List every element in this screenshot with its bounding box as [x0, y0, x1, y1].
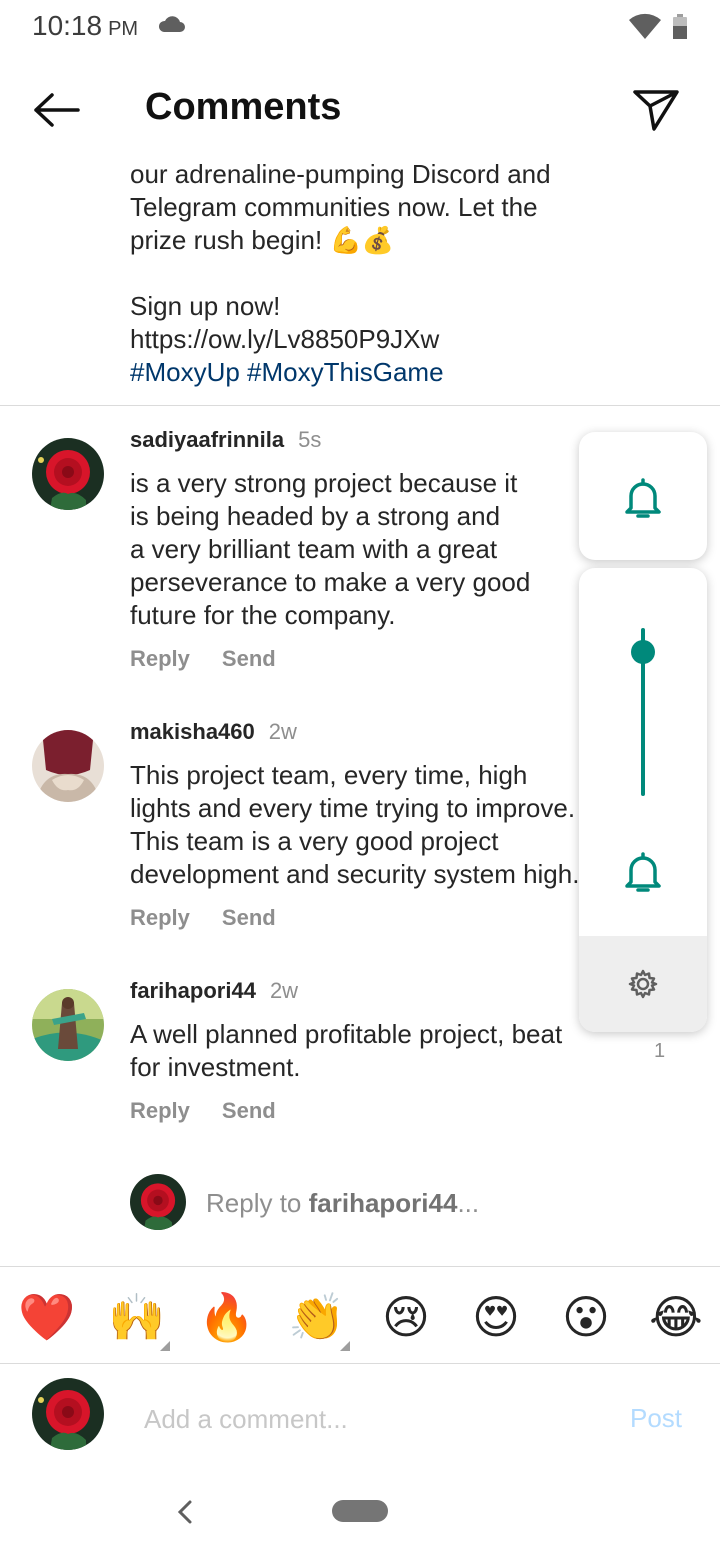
comment-input[interactable]	[144, 1399, 604, 1439]
reply-button[interactable]: Reply	[130, 905, 190, 930]
emoji-heart[interactable]: ❤️	[18, 1289, 75, 1345]
comment-line: development and security system high.	[130, 859, 580, 889]
comment-time: 5s	[298, 427, 322, 452]
emoji-surprised[interactable]: 😮	[558, 1289, 614, 1345]
comment-line: a very brilliant team with a great	[130, 534, 498, 564]
comment-actions: Reply Send	[130, 646, 308, 672]
divider	[0, 405, 720, 406]
comment-line: for investment.	[130, 1052, 301, 1082]
header: Comments	[0, 56, 720, 160]
back-button[interactable]	[28, 86, 84, 134]
avatar	[130, 1174, 186, 1230]
avatar	[32, 1378, 104, 1450]
comment-text: is a very strong project because it is b…	[130, 467, 530, 632]
bell-icon[interactable]	[623, 850, 663, 894]
paper-plane-icon	[633, 90, 679, 131]
volume-settings-button[interactable]	[579, 936, 707, 1032]
comment-text: This project team, every time, high ligh…	[130, 759, 579, 891]
emoji-fire[interactable]: 🔥	[198, 1289, 255, 1345]
send-button[interactable]: Send	[222, 646, 276, 671]
comment-actions: Reply Send	[130, 1098, 308, 1124]
status-ampm: PM	[108, 18, 139, 40]
emoji-heart-eyes[interactable]: 😍	[468, 1289, 524, 1345]
status-time: 10:18 PM	[32, 10, 138, 42]
avatar[interactable]	[32, 730, 104, 802]
comment-composer: Post	[0, 1365, 720, 1470]
comment-line: is being headed by a strong and	[130, 501, 501, 531]
wifi-icon	[628, 12, 662, 45]
reply-button[interactable]: Reply	[130, 1098, 190, 1123]
emoji-raised-hands[interactable]: 🙌	[108, 1289, 165, 1345]
caption-line: our adrenaline-pumping Discord and	[130, 159, 551, 189]
reply-button[interactable]: Reply	[130, 646, 190, 671]
comment-line: future for the company.	[130, 600, 396, 630]
comment-line: This team is a very good project	[130, 826, 499, 856]
reply-to-prefix: Reply to	[206, 1188, 309, 1218]
comment-line: This project team, every time, high	[130, 760, 528, 790]
avatar[interactable]	[32, 438, 104, 510]
comment-line: is a very strong project because it	[130, 468, 518, 498]
comment-line: perseverance to make a very good	[130, 567, 531, 597]
comment-username[interactable]: makisha460 2w	[130, 719, 297, 745]
skin-tone-indicator	[340, 1341, 350, 1351]
emoji-laughing[interactable]: 😂	[648, 1289, 704, 1345]
caption-link[interactable]: https://ow.ly/Lv8850P9JXw	[130, 323, 650, 356]
username-text[interactable]: makisha460	[130, 719, 255, 744]
caption-line	[130, 257, 650, 290]
caption-line: prize rush begin! 💪💰	[130, 225, 395, 255]
post-caption: our adrenaline-pumping Discord and Teleg…	[130, 158, 650, 389]
nav-back-button[interactable]	[168, 1494, 200, 1530]
volume-panel	[579, 568, 707, 1032]
bell-icon[interactable]	[623, 476, 663, 520]
status-bar: 10:18 PM	[0, 0, 720, 56]
comment-time: 2w	[269, 978, 299, 1003]
emoji-clapping[interactable]: 👏	[288, 1289, 345, 1345]
comment-line: lights and every time trying to improve.	[130, 793, 576, 823]
like-count: 1	[654, 1040, 666, 1062]
send-button[interactable]: Send	[222, 905, 276, 930]
caption-line: Telegram communities now. Let the	[130, 192, 538, 222]
comment-username[interactable]: sadiyaafrinnila 5s	[130, 427, 321, 453]
avatar[interactable]	[32, 989, 104, 1061]
comment-username[interactable]: farihapori44 2w	[130, 978, 298, 1004]
status-time-value: 10:18	[32, 10, 103, 41]
gear-icon	[628, 969, 658, 999]
emoji-crying[interactable]: 😢	[378, 1289, 434, 1345]
cloud-icon	[156, 14, 186, 39]
reply-to-suffix: ...	[457, 1188, 480, 1218]
chevron-left-icon	[177, 1500, 192, 1524]
username-text[interactable]: farihapori44	[130, 978, 256, 1003]
emoji-quick-bar: ❤️ 🙌 🔥 👏 😢 😍 😮 😂	[0, 1266, 720, 1364]
battery-icon	[672, 14, 688, 45]
ringer-mode-panel[interactable]	[579, 432, 707, 560]
arrow-left-icon	[34, 93, 80, 127]
comment-line: A well planned profitable project, beat	[130, 1019, 563, 1049]
reply-to-username: farihapori44	[308, 1188, 458, 1218]
share-button[interactable]	[626, 82, 686, 138]
username-text[interactable]: sadiyaafrinnila	[130, 427, 284, 452]
reply-to-prompt[interactable]: Reply to farihapori44...	[130, 1174, 690, 1230]
comment-text: A well planned profitable project, beat …	[130, 1018, 562, 1084]
skin-tone-indicator	[160, 1341, 170, 1351]
page-title: Comments	[145, 86, 342, 128]
caption-hashtags[interactable]: #MoxyUp #MoxyThisGame	[130, 356, 650, 389]
comment-actions: Reply Send	[130, 905, 308, 931]
nav-home-pill[interactable]	[332, 1500, 388, 1522]
reply-to-text[interactable]: Reply to farihapori44...	[206, 1188, 479, 1219]
post-button[interactable]: Post	[630, 1403, 682, 1434]
send-button[interactable]: Send	[222, 1098, 276, 1123]
volume-slider-thumb[interactable]	[631, 640, 655, 664]
caption-line: Sign up now!	[130, 291, 281, 321]
comment-time: 2w	[268, 719, 297, 744]
